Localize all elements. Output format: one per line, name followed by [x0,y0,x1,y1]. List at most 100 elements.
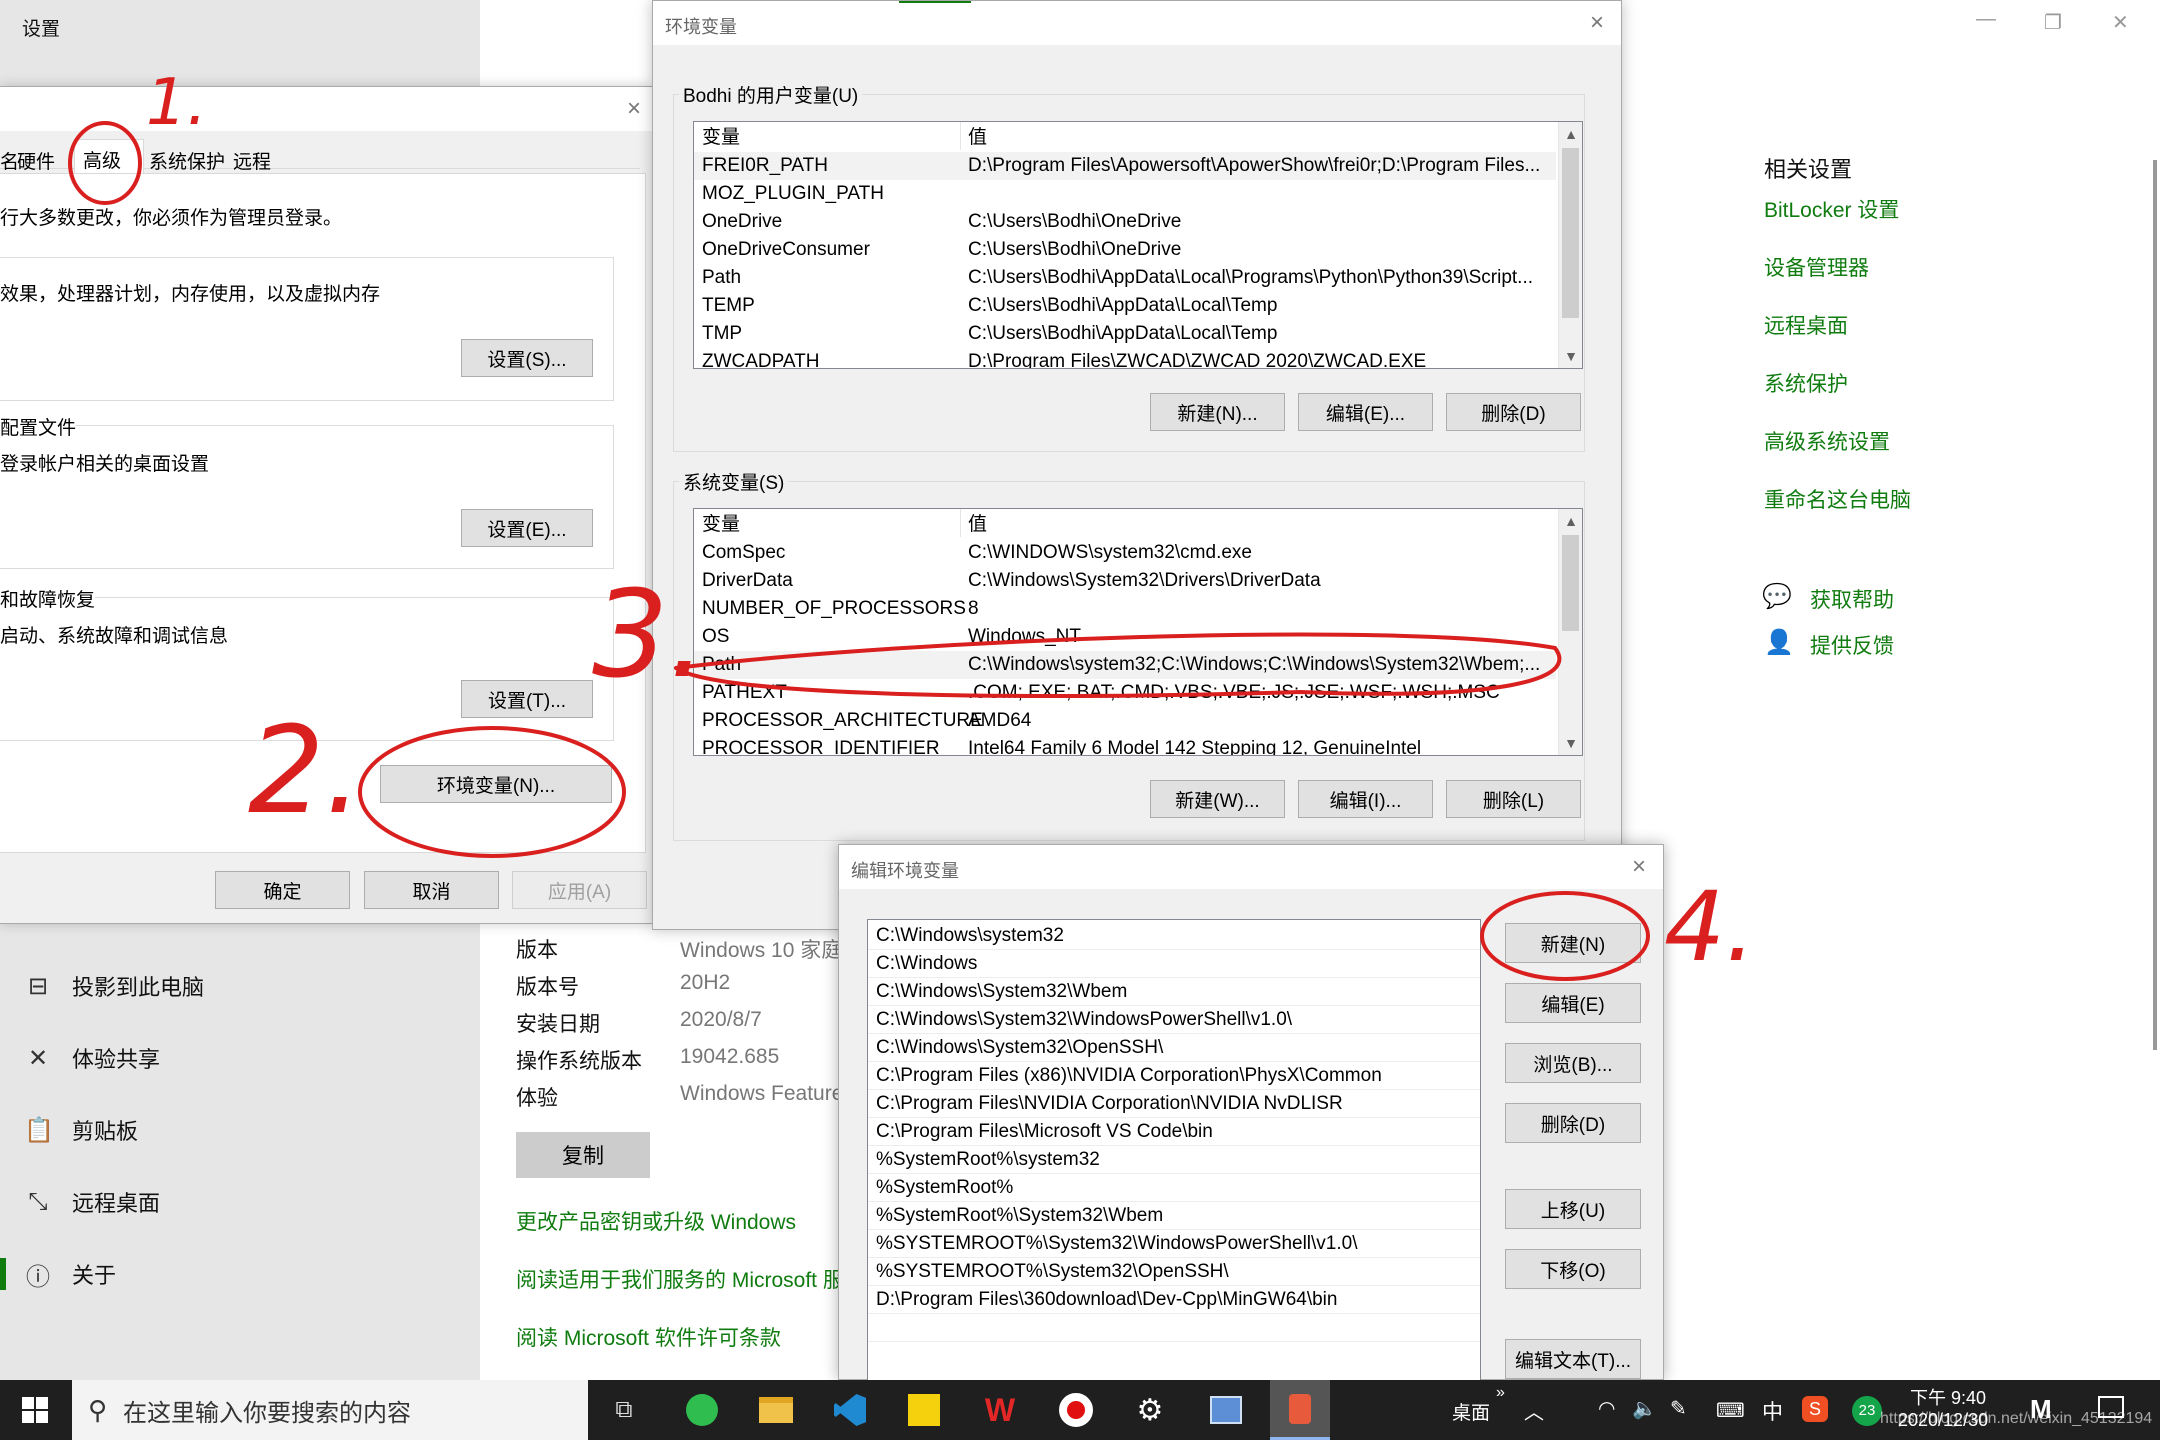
column-header-variable[interactable]: 变量 [702,511,740,539]
list-item[interactable]: TEMP C:\Users\Bodhi\AppData\Local\Temp [694,292,1556,320]
task-view-icon[interactable]: ⧉ [594,1380,654,1440]
file-explorer-icon[interactable] [746,1380,806,1440]
keyboard-icon[interactable]: ⌨ [1716,1398,1745,1423]
meet-now-icon[interactable]: M [2030,1394,2052,1425]
settings-close-button[interactable]: ✕ [2112,10,2129,35]
related-link-device-manager[interactable]: 设备管理器 [1764,252,1869,282]
list-item[interactable]: PATHEXT .COM;.EXE;.BAT;.CMD;.VBS;.VBE;.JS… [694,679,1556,707]
sogou-icon[interactable]: S [1802,1396,1828,1422]
move-down-button[interactable]: 下移(O) [1505,1249,1641,1289]
settings-scrollbar[interactable] [2153,160,2157,1050]
scroll-thumb[interactable] [1562,535,1579,631]
browse-button[interactable]: 浏览(B)... [1505,1043,1641,1083]
list-item[interactable]: OS Windows_NT [694,623,1556,651]
list-item[interactable]: Path C:\Users\Bodhi\AppData\Local\Program… [694,264,1556,292]
related-link-system-protection[interactable]: 系统保护 [1764,368,1848,398]
list-item[interactable]: DriverData C:\Windows\System32\Drivers\Dr… [694,567,1556,595]
scroll-thumb[interactable] [1562,148,1579,318]
copy-button[interactable]: 复制 [516,1132,650,1178]
nav-item-about[interactable]: ⓘ 关于 [0,1244,470,1304]
list-item-empty[interactable] [868,1314,1480,1342]
list-item[interactable]: C:\Windows\System32\Wbem [868,978,1480,1006]
startup-recovery-settings-button[interactable]: 设置(T)... [461,680,593,718]
vscode-icon[interactable] [820,1380,880,1440]
tab-hardware[interactable]: 硬件 [17,147,55,174]
user-new-button[interactable]: 新建(N)... [1150,393,1285,431]
paint-icon[interactable] [1270,1380,1330,1440]
change-product-key-link[interactable]: 更改产品密钥或升级 Windows [516,1206,796,1236]
list-item[interactable]: OneDriveConsumer C:\Users\Bodhi\OneDrive [694,236,1556,264]
action-center-icon[interactable] [2098,1396,2124,1418]
restore-button[interactable]: ❐ [2044,10,2062,35]
apply-button[interactable]: 应用(A) [512,871,647,909]
list-item-selected[interactable]: Path C:\Windows\system32;C:\Windows;C:\Wi… [694,651,1556,679]
tab-remote[interactable]: 远程 [233,147,271,174]
edit-text-button[interactable]: 编辑文本(T)... [1505,1339,1641,1379]
list-item[interactable]: PROCESSOR_ARCHITECTURE AMD64 [694,707,1556,735]
scroll-down-icon[interactable]: ▼ [1559,344,1582,368]
ok-button[interactable]: 确定 [215,871,350,909]
list-item[interactable]: FREI0R_PATH D:\Program Files\Apowersoft\A… [694,152,1556,180]
column-divider[interactable] [960,122,961,150]
close-icon[interactable]: × [1629,855,1649,879]
show-hidden-icons-icon[interactable]: ︿ [1524,1396,1544,1425]
environment-variables-button[interactable]: 环境变量(N)... [380,765,612,803]
column-divider[interactable] [960,509,961,537]
wps-icon[interactable]: W [970,1380,1030,1440]
system-vars-list[interactable]: 变量 值 ComSpec C:\WINDOWS\system32\cmd.exe … [693,508,1583,756]
network-icon[interactable]: ◠ [1598,1396,1615,1421]
scroll-down-icon[interactable]: ▼ [1559,731,1582,755]
media-player-icon[interactable] [894,1380,954,1440]
column-header-value[interactable]: 值 [968,124,1548,152]
new-entry-button[interactable]: 新建(N) [1505,923,1641,963]
performance-settings-button[interactable]: 设置(S)... [461,339,593,377]
list-item[interactable]: C:\Windows [868,950,1480,978]
scroll-up-icon[interactable]: ▲ [1559,509,1582,533]
scrollbar[interactable]: ▲ ▼ [1558,509,1582,755]
toolbar-chevron-icon[interactable]: » [1496,1384,1505,1402]
column-header-variable[interactable]: 变量 [702,124,740,152]
list-item[interactable]: TMP C:\Users\Bodhi\AppData\Local\Temp [694,320,1556,348]
tab-system-protection[interactable]: 系统保护 [149,147,225,174]
settings-icon[interactable]: ⚙ [1120,1380,1180,1440]
move-up-button[interactable]: 上移(U) [1505,1189,1641,1229]
close-icon[interactable]: × [624,97,644,121]
feedback-link[interactable]: 提供反馈 [1810,630,1894,660]
related-link-advanced-system-settings[interactable]: 高级系统设置 [1764,426,1890,456]
list-item[interactable]: C:\Windows\system32 [868,922,1480,950]
clock-time[interactable]: 下午 9:40 [1910,1384,1986,1410]
nav-item-projection[interactable]: ⊟ 投影到此电脑 [0,956,470,1016]
nav-item-remote-desktop[interactable]: ⤡ 远程桌面 [0,1172,470,1232]
list-item[interactable]: %SYSTEMROOT%\System32\WindowsPowerShell\… [868,1230,1480,1258]
edit-entry-button[interactable]: 编辑(E) [1505,983,1641,1023]
search-box[interactable]: ⚲ 在这里输入你要搜索的内容 [72,1380,588,1440]
delete-entry-button[interactable]: 删除(D) [1505,1103,1641,1143]
desktop-toolbar-label[interactable]: 桌面 [1452,1398,1490,1425]
user-profiles-settings-button[interactable]: 设置(E)... [461,509,593,547]
record-icon[interactable] [1046,1380,1106,1440]
get-help-link[interactable]: 获取帮助 [1810,584,1894,614]
list-item[interactable]: %SystemRoot%\System32\Wbem [868,1202,1480,1230]
system-edit-button[interactable]: 编辑(I)... [1298,780,1433,818]
column-header-value[interactable]: 值 [968,511,1548,539]
list-item[interactable]: MOZ_PLUGIN_PATH [694,180,1556,208]
related-link-rename-pc[interactable]: 重命名这台电脑 [1764,484,1911,514]
list-item[interactable]: D:\Program Files\360download\Dev-Cpp\Min… [868,1286,1480,1314]
scroll-up-icon[interactable]: ▲ [1559,122,1582,146]
list-item[interactable]: C:\Windows\System32\WindowsPowerShell\v1… [868,1006,1480,1034]
list-item[interactable]: PROCESSOR_IDENTIFIER Intel64 Family 6 Mod… [694,735,1556,755]
start-button[interactable] [0,1380,70,1440]
scrollbar[interactable]: ▲ ▼ [1558,122,1582,368]
related-link-remote-desktop[interactable]: 远程桌面 [1764,310,1848,340]
user-vars-list[interactable]: 变量 值 FREI0R_PATH D:\Program Files\Apowers… [693,121,1583,369]
list-item[interactable]: C:\Program Files\Microsoft VS Code\bin [868,1118,1480,1146]
nav-item-clipboard[interactable]: 📋 剪贴板 [0,1100,470,1160]
close-icon[interactable]: × [1587,11,1607,35]
user-edit-button[interactable]: 编辑(E)... [1298,393,1433,431]
edge-icon[interactable] [672,1380,732,1440]
control-panel-icon[interactable] [1196,1380,1256,1440]
list-item[interactable]: C:\Program Files\NVIDIA Corporation\NVID… [868,1090,1480,1118]
list-item[interactable]: ComSpec C:\WINDOWS\system32\cmd.exe [694,539,1556,567]
list-item[interactable]: OneDrive C:\Users\Bodhi\OneDrive [694,208,1556,236]
list-item[interactable]: ZWCADPATH D:\Program Files\ZWCAD\ZWCAD 20… [694,348,1556,368]
